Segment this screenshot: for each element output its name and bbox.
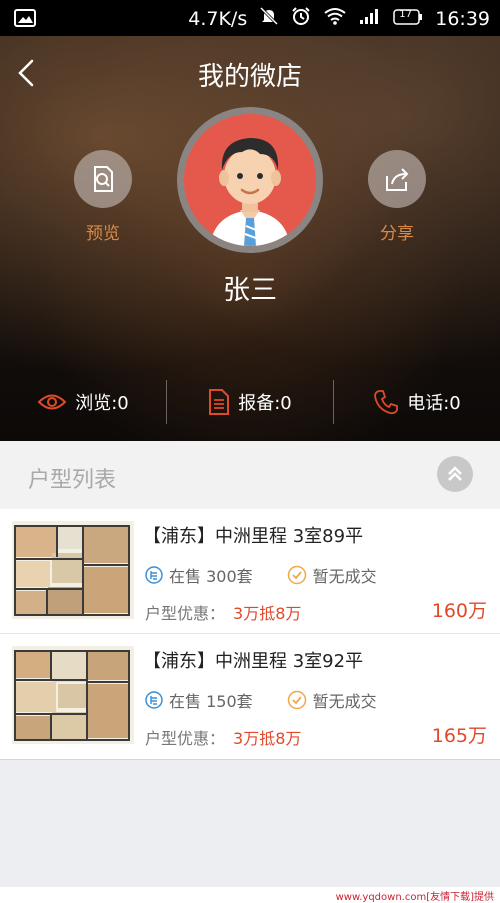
promo-label: 户型优惠： [145, 604, 226, 623]
deal-status: 暂无成交 [287, 688, 377, 712]
section-header: 户型列表 [0, 441, 500, 509]
deal-text: 暂无成交 [312, 567, 377, 586]
collapse-button[interactable] [437, 456, 473, 492]
on-sale-badge: 在售 150套 [145, 688, 253, 712]
sale-icon [145, 566, 163, 584]
on-sale-text: 在售 150套 [169, 692, 253, 711]
floorplan-list: 【浦东】中洲里程 3室89平 在售 300套 暂无成交 户型优惠： 3万抵8万 1… [0, 509, 500, 760]
stat-views[interactable]: 浏览:0 [0, 380, 167, 424]
stats-bar: 浏览:0 报备:0 电话:0 [0, 376, 500, 441]
deal-text: 暂无成交 [312, 692, 377, 711]
stat-views-label: 浏览:0 [75, 393, 129, 414]
on-sale-badge: 在售 300套 [145, 563, 253, 587]
listing-title: 【浦东】中洲里程 3室92平 [143, 651, 364, 672]
avatar [177, 107, 323, 253]
on-sale-text: 在售 300套 [169, 567, 253, 586]
preview-button[interactable] [74, 150, 132, 208]
preview-icon [94, 166, 113, 192]
wifi-icon [323, 7, 347, 30]
share-icon [386, 168, 409, 191]
clock: 16:39 [435, 7, 490, 30]
promo-row: 户型优惠： 3万抵8万 [145, 725, 301, 749]
list-item[interactable]: 【浦东】中洲里程 3室89平 在售 300套 暂无成交 户型优惠： 3万抵8万 1… [0, 509, 500, 634]
listing-title: 【浦东】中洲里程 3室89平 [143, 526, 364, 547]
promo-row: 户型优惠： 3万抵8万 [145, 600, 301, 624]
battery-level: 17 [399, 8, 412, 20]
alarm-icon [291, 6, 311, 31]
listing-price: 160万 [431, 600, 487, 622]
sale-icon [145, 691, 163, 709]
watermark-text: www.yqdown.com[友情下载]提供 [335, 892, 494, 903]
listing-price: 165万 [431, 725, 487, 747]
user-name: 张三 [223, 275, 277, 306]
stat-reports[interactable]: 报备:0 [167, 380, 334, 424]
battery-icon: 17 [393, 8, 423, 30]
footer-strip: www.yqdown.com[友情下载]提供 [0, 887, 500, 903]
share-button[interactable] [368, 150, 426, 208]
profile-header: 我的微店 预览 分享 张三 浏览:0 报备:0 电话:0 [0, 36, 500, 441]
image-icon [14, 8, 36, 33]
phone-icon [374, 390, 399, 415]
network-speed: 4.7K/s [188, 7, 248, 30]
floorplan-thumbnail [12, 646, 134, 744]
stat-reports-label: 报备:0 [238, 393, 292, 414]
check-circle-icon [287, 690, 306, 710]
promo-value: 3万抵8万 [233, 604, 302, 623]
mute-icon [259, 6, 279, 31]
page-title: 我的微店 [197, 62, 302, 92]
floorplan-thumbnail [12, 521, 134, 619]
user-avatar-icon [184, 114, 316, 246]
check-circle-icon [287, 565, 306, 585]
share-label: 分享 [380, 224, 414, 244]
section-title: 户型列表 [28, 468, 117, 493]
promo-value: 3万抵8万 [233, 729, 302, 748]
signal-icon [359, 7, 381, 30]
document-icon [209, 389, 230, 415]
stat-calls-label: 电话:0 [407, 393, 461, 414]
list-item[interactable]: 【浦东】中洲里程 3室92平 在售 150套 暂无成交 户型优惠： 3万抵8万 1… [0, 634, 500, 760]
stat-calls[interactable]: 电话:0 [334, 380, 500, 424]
eye-icon [37, 394, 67, 410]
promo-label: 户型优惠： [145, 729, 226, 748]
chevrons-up-icon [448, 466, 462, 481]
preview-label: 预览 [86, 224, 120, 244]
deal-status: 暂无成交 [287, 563, 377, 587]
status-bar: 4.7K/s 17 16:39 [0, 0, 500, 36]
